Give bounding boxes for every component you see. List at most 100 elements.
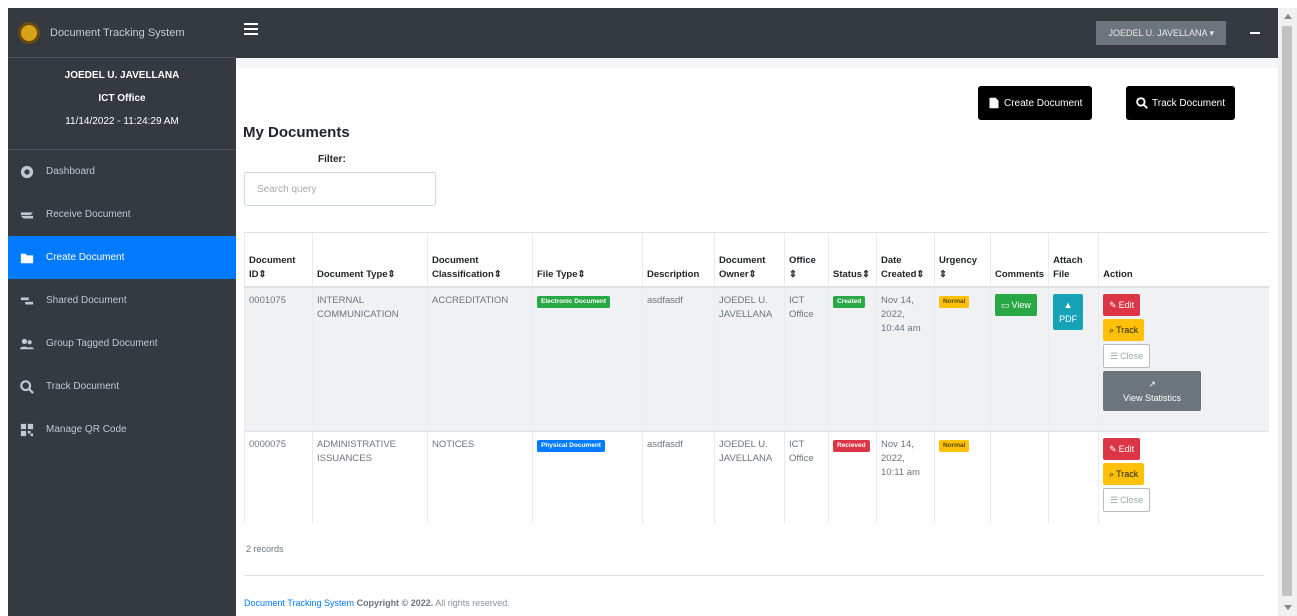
brand-title: Document Tracking System — [50, 26, 185, 39]
edit-icon: ✎ — [1109, 299, 1117, 310]
col-comments: Comments — [989, 232, 1049, 288]
create-document-label: Create Document — [1004, 97, 1083, 109]
brand-link[interactable]: Document Tracking System — [8, 8, 236, 58]
sidebar-item-label: Create Document — [46, 252, 125, 263]
search-icon — [1136, 97, 1148, 109]
cell-classification: ACCREDITATION — [427, 286, 533, 432]
view-statistics-button[interactable]: ↗ View Statistics — [1103, 370, 1202, 411]
sidebar-item-dashboard[interactable]: Dashboard — [8, 150, 236, 193]
track-button[interactable]: ⌕ Track — [1103, 318, 1145, 341]
cell-file-type: Electronic Document — [532, 286, 643, 432]
col-document-id[interactable]: Document ID⇕ — [244, 232, 313, 288]
user-office: ICT Office — [98, 93, 146, 104]
user-datetime: 11/14/2022 - 11:24:29 AM — [65, 116, 179, 127]
dashboard-icon — [20, 165, 34, 179]
view-comments-label: View — [1011, 299, 1031, 310]
search-icon: ⌕ — [1109, 324, 1115, 335]
list-icon: ☰ — [1110, 350, 1119, 361]
search-icon: ⌕ — [1109, 469, 1115, 479]
scroll-down-icon[interactable] — [1284, 605, 1292, 610]
footer: Document Tracking System Copyright © 202… — [244, 598, 510, 608]
cell-comments: ▭ View — [989, 286, 1049, 432]
cell-date: Nov 14, 2022, 10:44 am — [876, 286, 935, 432]
table-header-row: Document ID⇕ Document Type⇕ Document Cla… — [244, 232, 1269, 288]
urgency-badge: Normal — [939, 440, 970, 452]
search-input[interactable] — [244, 172, 436, 206]
edit-icon: ✎ — [1109, 444, 1117, 454]
urgency-badge: Normal — [939, 295, 970, 308]
edit-label: Edit — [1118, 299, 1135, 310]
documents-table: Document ID⇕ Document Type⇕ Document Cla… — [244, 232, 1269, 524]
download-icon: ▲ — [1063, 299, 1073, 310]
col-file-type[interactable]: File Type⇕ — [532, 232, 643, 288]
group-icon — [20, 337, 34, 351]
cell-owner: JOEDEL U. JAVELLANA — [714, 286, 785, 432]
col-description: Description — [642, 232, 715, 288]
track-label: Track — [1116, 324, 1139, 335]
sidebar-item-label: Manage QR Code — [46, 424, 127, 435]
close-button[interactable]: ☰ Close — [1103, 488, 1151, 512]
edit-button[interactable]: ✎ Edit — [1103, 293, 1141, 316]
menu-toggle-icon[interactable] — [244, 23, 258, 35]
window-frame-left — [0, 0, 8, 616]
footer-divider — [244, 575, 1264, 576]
user-dropdown[interactable]: JOEDEL U. JAVELLANA ▾ — [1096, 21, 1226, 45]
cell-attach — [1048, 431, 1099, 524]
sidebar-item-receive-document[interactable]: Receive Document — [8, 193, 236, 236]
cell-urgency: Normal — [934, 286, 991, 432]
page-title: My Documents — [243, 124, 350, 141]
top-navbar: JOEDEL U. JAVELLANA ▾ — [236, 8, 1278, 58]
cell-doc-id: 0001075 — [244, 286, 313, 432]
view-statistics-label: View Statistics — [1123, 392, 1182, 403]
col-classification[interactable]: Document Classification⇕ — [427, 232, 533, 288]
status-badge: Created — [833, 295, 866, 308]
col-date-created[interactable]: Date Created⇕ — [876, 232, 935, 288]
sidebar-item-shared-document[interactable]: Shared Document — [8, 279, 236, 322]
scroll-up-icon[interactable] — [1284, 14, 1292, 19]
vertical-scrollbar[interactable] — [1278, 8, 1297, 616]
close-button[interactable]: ☰ Close — [1103, 343, 1151, 368]
cell-office: ICT Office — [784, 286, 829, 432]
scroll-thumb[interactable] — [1282, 26, 1292, 596]
cell-status: Recieved — [828, 431, 877, 524]
cell-description: asdfasdf — [642, 431, 715, 524]
cell-urgency: Normal — [934, 431, 991, 524]
user-panel: JOEDEL U. JAVELLANA ICT Office 11/14/202… — [8, 58, 236, 150]
sidebar-item-group-tagged-document[interactable]: Group Tagged Document — [8, 322, 236, 365]
sidebar-item-manage-qr-code[interactable]: Manage QR Code — [8, 408, 236, 451]
col-attach-file: Attach File — [1048, 232, 1099, 288]
col-document-type[interactable]: Document Type⇕ — [312, 232, 428, 288]
track-document-button[interactable]: Track Document — [1126, 86, 1235, 120]
sidebar-item-track-document[interactable]: Track Document — [8, 365, 236, 408]
footer-rights: All rights reserved. — [435, 598, 510, 608]
receive-icon — [20, 208, 34, 222]
file-plus-icon — [989, 97, 999, 109]
cell-owner: JOEDEL U. JAVELLANA — [714, 431, 785, 524]
view-comments-button[interactable]: ▭ View — [995, 293, 1037, 316]
file-type-badge: Physical Document — [537, 440, 605, 452]
sidebar-item-label: Shared Document — [46, 295, 127, 306]
minimize-icon[interactable] — [1250, 32, 1260, 34]
cell-date: Nov 14, 2022, 10:11 am — [876, 431, 935, 524]
footer-link[interactable]: Document Tracking System — [244, 598, 354, 608]
track-document-label: Track Document — [1152, 97, 1225, 109]
track-button[interactable]: ⌕ Track — [1103, 463, 1145, 485]
cell-attach: ▲ PDF — [1048, 286, 1099, 432]
pdf-download-button[interactable]: ▲ PDF — [1053, 293, 1084, 330]
comment-icon: ▭ — [1001, 299, 1010, 310]
col-owner[interactable]: Document Owner⇕ — [714, 232, 785, 288]
create-document-button[interactable]: Create Document — [978, 86, 1093, 120]
col-office[interactable]: Office ⇕ — [784, 232, 829, 288]
search-icon — [20, 379, 34, 394]
cell-office: ICT Office — [784, 431, 829, 524]
cell-action: ✎ Edit ⌕ Track ☰ Close ↗ View Statistics — [1098, 286, 1269, 432]
edit-button[interactable]: ✎ Edit — [1103, 438, 1141, 460]
sidebar-nav: Dashboard Receive Document Create Docume… — [8, 150, 236, 451]
cell-status: Created — [828, 286, 877, 432]
col-status[interactable]: Status⇕ — [828, 232, 877, 288]
cell-description: asdfasdf — [642, 286, 715, 432]
track-label: Track — [1116, 469, 1139, 479]
sidebar-item-create-document[interactable]: Create Document — [8, 236, 236, 279]
col-urgency[interactable]: Urgency ⇕ — [934, 232, 991, 288]
share-icon — [20, 294, 34, 308]
